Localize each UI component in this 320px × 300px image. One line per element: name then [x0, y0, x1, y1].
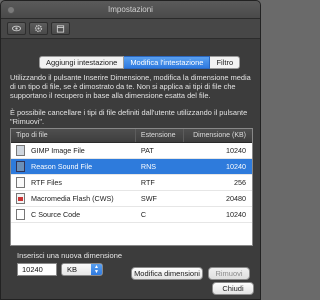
chevron-up-down-icon: ▲ ▼ [91, 264, 102, 275]
cell-size: 10240 [226, 210, 246, 219]
c-source-file-icon [16, 209, 25, 220]
table-row[interactable]: RTF Files RTF 256 [11, 175, 252, 191]
calendar-icon [56, 25, 65, 33]
new-size-input[interactable]: 10240 [17, 263, 57, 276]
gear-icon [34, 24, 43, 33]
cell-size: 20480 [226, 194, 246, 203]
cell-size: 256 [234, 178, 246, 187]
close-window-button[interactable] [7, 6, 15, 14]
settings-toolbar-button[interactable] [29, 22, 48, 35]
close-button[interactable]: Chiudi [212, 282, 254, 295]
cell-extension: PAT [140, 146, 154, 155]
tab-modify-header[interactable]: Modifica l'intestazione [124, 56, 211, 69]
table-header: Tipo di file Estensione Dimensione (KB) [11, 129, 252, 143]
tab-bar: Aggiungi intestazione Modifica l'intesta… [39, 56, 241, 69]
eye-icon [12, 25, 21, 32]
cell-extension: C [140, 210, 147, 219]
table-row[interactable]: Reason Sound File RNS 10240 [11, 159, 252, 175]
window-title: Impostazioni [108, 5, 153, 14]
toolbar [1, 19, 260, 39]
unit-select-value: KB [67, 265, 78, 274]
settings-window: Impostazioni Aggiungi intestazione Modif… [0, 0, 261, 300]
cell-file-type: GIMP Image File [11, 143, 136, 158]
file-types-table: Tipo di file Estensione Dimensione (KB) … [10, 128, 253, 246]
cell-file-type: Reason Sound File [11, 159, 136, 174]
table-row[interactable]: Macromedia Flash (CWS) SWF 20480 [11, 191, 252, 207]
file-type-name: RTF Files [31, 178, 63, 187]
tab-add-header[interactable]: Aggiungi intestazione [39, 56, 125, 69]
file-type-name: Macromedia Flash (CWS) [31, 194, 114, 203]
cell-extension: RTF [140, 178, 155, 187]
title-bar: Impostazioni [1, 1, 260, 19]
tab-filter[interactable]: Filtro [210, 56, 241, 69]
modify-size-button[interactable]: Modifica dimensioni [131, 267, 203, 280]
calendar-toolbar-button[interactable] [51, 22, 70, 35]
unit-select[interactable]: KB ▲ ▼ [61, 263, 103, 276]
description: Utilizzando il pulsante Inserire Dimensi… [10, 73, 255, 134]
column-header-extension[interactable]: Estensione [136, 129, 184, 142]
cell-file-type: C Source Code [11, 207, 136, 222]
table-row[interactable]: C Source Code C 10240 [11, 207, 252, 223]
description-paragraph: È possibile cancellare i tipi di file de… [10, 108, 248, 126]
cell-extension: SWF [140, 194, 157, 203]
cell-size: 10240 [226, 146, 246, 155]
rtf-file-icon [16, 177, 25, 188]
flash-file-icon [16, 193, 25, 204]
view-toolbar-button[interactable] [7, 22, 26, 35]
column-header-size[interactable]: Dimensione (KB) [184, 129, 252, 142]
gimp-file-icon [16, 145, 25, 156]
cell-file-type: Macromedia Flash (CWS) [11, 191, 136, 206]
table-row[interactable]: GIMP Image File PAT 10240 [11, 143, 252, 159]
cell-extension: RNS [140, 162, 157, 171]
new-size-label: Inserisci una nuova dimensione [17, 251, 123, 260]
cell-size: 10240 [226, 162, 246, 171]
file-type-name: C Source Code [31, 210, 81, 219]
sound-file-icon [16, 161, 25, 172]
remove-button[interactable]: Rimuovi [208, 267, 250, 280]
column-header-file-type[interactable]: Tipo di file [11, 129, 136, 142]
cell-file-type: RTF Files [11, 175, 136, 190]
description-paragraph: Utilizzando il pulsante Inserire Dimensi… [10, 73, 251, 100]
file-type-name: GIMP Image File [31, 146, 85, 155]
file-type-name: Reason Sound File [31, 162, 93, 171]
